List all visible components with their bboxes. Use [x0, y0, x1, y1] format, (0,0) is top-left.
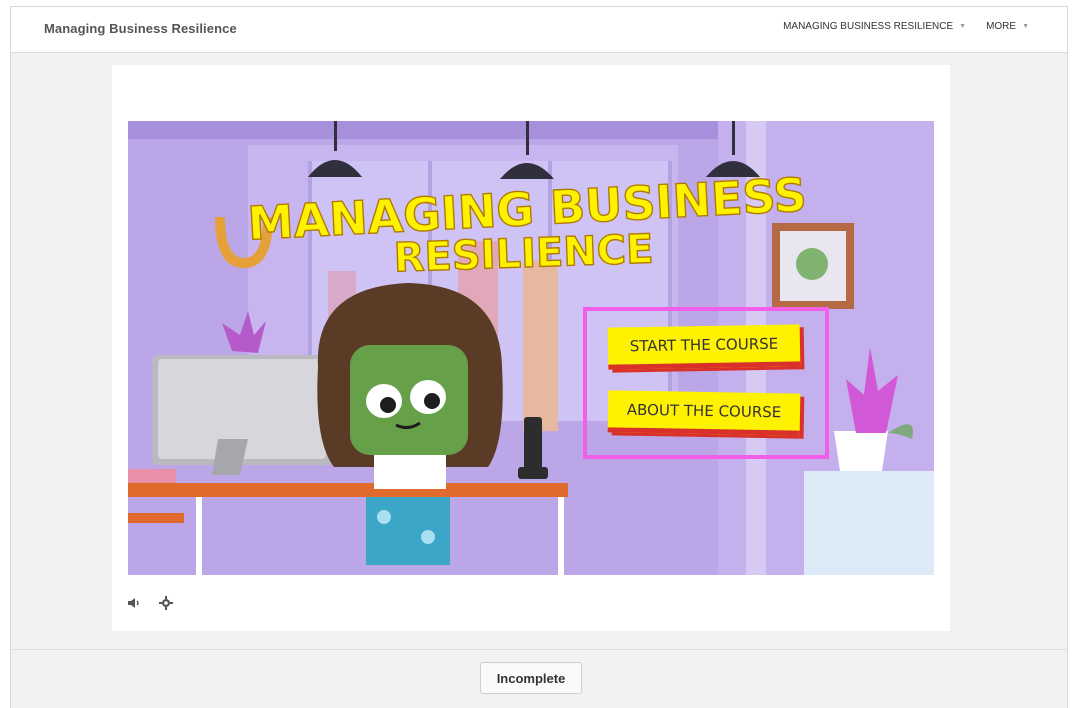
gear-icon[interactable]	[158, 595, 174, 611]
course-player[interactable]: MANAGING BUSINESS RESILIENCE START THE C…	[128, 121, 934, 575]
nav-item-managing-business-resilience[interactable]: MANAGING BUSINESS RESILIENCE ▼	[783, 21, 966, 32]
chevron-down-icon: ▼	[1022, 23, 1029, 30]
top-navigation-bar: Managing Business Resilience MANAGING BU…	[11, 7, 1067, 53]
app-frame: Managing Business Resilience MANAGING BU…	[10, 6, 1068, 708]
completion-footer: Incomplete	[11, 649, 1067, 708]
site-title[interactable]: Managing Business Resilience	[44, 21, 237, 36]
course-content-card: MANAGING BUSINESS RESILIENCE START THE C…	[112, 65, 950, 631]
completion-status-button[interactable]: Incomplete	[480, 662, 582, 694]
speaker-icon[interactable]	[126, 595, 142, 611]
nav-menu: MANAGING BUSINESS RESILIENCE ▼ MORE ▼	[783, 21, 1029, 32]
chevron-down-icon: ▼	[959, 23, 967, 30]
course-title-line2: RESILIENCE	[393, 226, 654, 281]
player-controls	[126, 595, 174, 611]
nav-item-label: MORE	[986, 21, 1017, 32]
start-course-button[interactable]: START THE COURSE	[607, 324, 801, 370]
nav-item-more[interactable]: MORE ▼	[986, 21, 1029, 32]
about-course-button[interactable]: ABOUT THE COURSE	[607, 390, 801, 436]
nav-item-label: MANAGING BUSINESS RESILIENCE	[783, 21, 954, 32]
